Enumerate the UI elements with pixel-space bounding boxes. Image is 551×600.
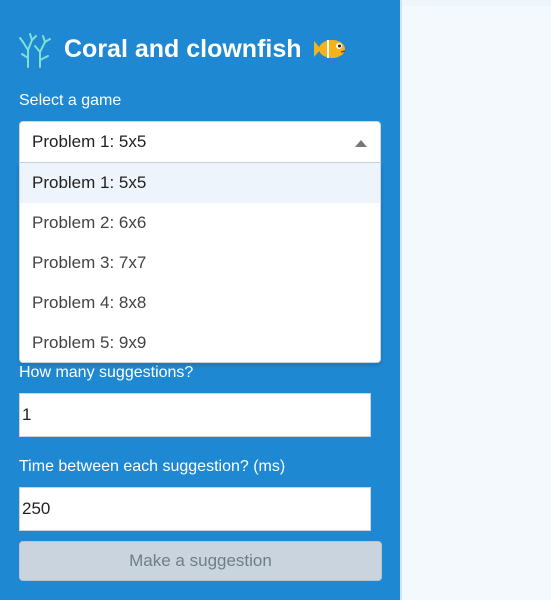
game-option[interactable]: Problem 4: 8x8 bbox=[20, 283, 380, 323]
suggestions-count-label: How many suggestions? bbox=[19, 364, 194, 381]
suggestions-count-input[interactable] bbox=[19, 393, 371, 437]
clownfish-icon bbox=[313, 40, 345, 58]
sidebar: Coral and clownfish Select a game Proble… bbox=[0, 0, 400, 600]
caret-up-icon bbox=[355, 140, 367, 147]
game-select-label: Select a game bbox=[19, 92, 122, 109]
app-title-text: Coral and clownfish bbox=[64, 34, 302, 63]
game-select-dropdown: Problem 1: 5x5 Problem 2: 6x6 Problem 3:… bbox=[19, 163, 381, 363]
game-option[interactable]: Problem 2: 6x6 bbox=[20, 203, 380, 243]
suggestion-interval-label: Time between each suggestion? (ms) bbox=[19, 458, 286, 475]
app-title: Coral and clownfish bbox=[18, 30, 348, 68]
make-suggestion-button[interactable]: Make a suggestion bbox=[19, 541, 382, 581]
game-board-area bbox=[402, 6, 551, 600]
game-option[interactable]: Problem 3: 7x7 bbox=[20, 243, 380, 283]
game-select[interactable]: Problem 1: 5x5 bbox=[19, 121, 381, 163]
game-option[interactable]: Problem 5: 9x9 bbox=[20, 323, 380, 363]
suggestion-interval-input[interactable] bbox=[19, 487, 371, 531]
game-select-value: Problem 1: 5x5 bbox=[32, 132, 147, 151]
game-option[interactable]: Problem 1: 5x5 bbox=[20, 163, 380, 203]
coral-icon bbox=[19, 33, 51, 68]
